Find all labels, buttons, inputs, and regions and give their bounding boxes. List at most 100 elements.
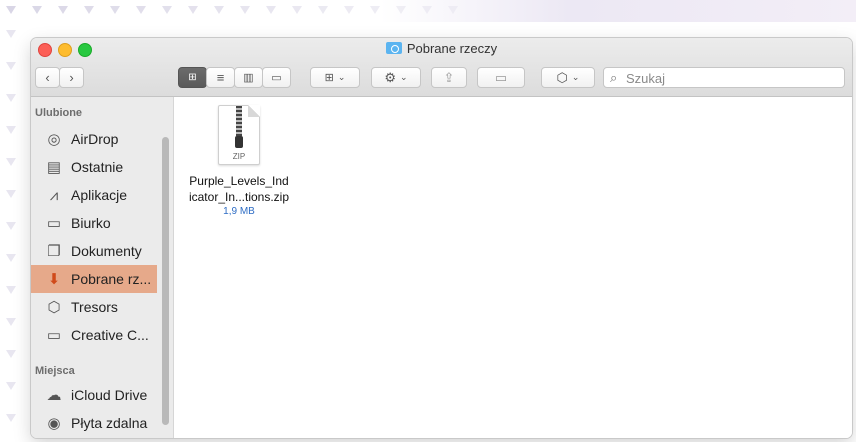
cloud-icon: ☁ [46,387,62,404]
view-gallery-button[interactable]: ▭ [262,67,291,88]
remote-disc-icon: ◉ [47,415,61,432]
sidebar-item-label: Płyta zdalna [71,415,148,431]
sidebar-item-documents[interactable]: ❐ Dokumenty [31,237,157,265]
sidebar-scrollbar[interactable] [162,137,169,425]
wallpaper-triangle [292,6,302,14]
sidebar-header-favorites: Ulubione [35,107,83,119]
sidebar-item-label: Biurko [71,215,111,231]
file-item[interactable]: ZIP Purple_Levels_Ind icator_In...tions.… [174,105,304,218]
wallpaper-triangle [396,6,406,14]
file-name-line-2: icator_In...tions.zip [188,190,290,204]
gear-icon: ⚙ [384,69,397,85]
wallpaper-triangle [6,254,16,262]
wallpaper-triangle [188,6,198,14]
chevron-right-icon: › [69,70,74,85]
sidebar-item-label: Dokumenty [71,243,142,259]
dropbox-icon: ⬡ [556,69,568,85]
wallpaper-triangle [6,318,16,326]
wallpaper-triangle [6,6,16,14]
sidebar-item-applications[interactable]: ⩘ Aplikacje [31,181,157,209]
desktop-icon: ▭ [46,215,62,232]
wallpaper-triangle [214,6,224,14]
wallpaper-triangle [6,158,16,166]
file-type-label: ZIP [232,152,246,161]
sidebar-item-icloud-drive[interactable]: ☁ iCloud Drive [31,381,157,409]
chevron-down-icon: ⌄ [400,72,408,82]
view-icons-button[interactable]: ⊞ [178,67,207,88]
view-columns-button[interactable]: ▥ [234,67,263,88]
gallery-icon: ▭ [271,72,282,84]
wallpaper-triangle [6,62,16,70]
sidebar: Ulubione ◎ AirDrop ▤ Ostatnie ⩘ Aplikacje ▭… [31,97,174,438]
columns-icon: ▥ [243,72,254,84]
sidebar-item-label: Tresors [71,299,118,315]
tag-icon: ▭ [494,69,508,85]
window-title: Pobrane rzeczy [31,41,852,56]
wallpaper-triangle [6,382,16,390]
tresors-icon: ⬡ [47,299,61,316]
wallpaper-triangle [84,6,94,14]
sidebar-header-places: Miejsca [35,365,75,377]
wallpaper-triangle [318,6,328,14]
wallpaper-triangle [58,6,68,14]
group-button[interactable]: ⊞ ⌄ [310,67,360,88]
sidebar-item-tresors[interactable]: ⬡ Tresors [31,293,157,321]
wallpaper-triangle [266,6,276,14]
chevron-down-icon: ⌄ [337,72,346,82]
sidebar-item-creative-cloud[interactable]: ▭ Creative C... [31,321,157,349]
share-icon: ⇪ [443,69,455,85]
wallpaper-triangle [6,190,16,198]
applications-icon: ⩘ [49,186,59,204]
sidebar-item-label: AirDrop [71,131,119,147]
sidebar-item-label: Ostatnie [71,159,124,175]
finder-window: Pobrane rzeczy ‹ › ⊞ ≡ ▥ ▭ ⊞ ⌄ ⚙ ⌄ ⇪ ▭ ⬡ ⌄ … [31,38,852,438]
file-name: Purple_Levels_Ind icator_In...tions.zip [174,173,304,205]
wallpaper-triangle [136,6,146,14]
search-icon: ⌕ [610,70,618,85]
wallpaper-triangle [6,414,16,422]
recents-icon: ▤ [46,159,62,176]
share-button[interactable]: ⇪ [431,67,467,88]
sidebar-item-label: Creative C... [71,327,149,343]
forward-button[interactable]: › [59,67,84,88]
airdrop-icon: ◎ [47,131,61,148]
wallpaper-triangle [6,350,16,358]
chevron-left-icon: ‹ [45,70,50,85]
search-field[interactable]: ⌕ [603,67,845,88]
edit-tags-button[interactable]: ▭ [477,67,525,88]
file-size: 1,9 MB [223,206,255,217]
wallpaper-triangle [344,6,354,14]
file-browser-content: ZIP Purple_Levels_Ind icator_In...tions.… [174,97,852,438]
wallpaper-triangle [32,6,42,14]
wallpaper-triangle [370,6,380,14]
downloads-folder-icon [385,42,402,54]
documents-icon: ❐ [47,243,61,260]
window-title-text: Pobrane rzeczy [406,41,498,56]
wallpaper-triangle [422,6,432,14]
wallpaper-triangle [110,6,120,14]
list-icon: ≡ [216,70,225,85]
sidebar-item-remote-disc[interactable]: ◉ Płyta zdalna [31,409,157,437]
grid-icon: ⊞ [188,72,197,83]
file-name-line-1: Purple_Levels_Ind [189,174,289,188]
sidebar-item-recents[interactable]: ▤ Ostatnie [31,153,157,181]
wallpaper-triangle [6,126,16,134]
search-input[interactable] [624,70,838,87]
wallpaper-triangle [240,6,250,14]
group-grid-icon: ⊞ [324,72,334,84]
zip-file-icon: ZIP [218,105,260,165]
sidebar-item-label: Pobrane rz... [71,271,152,287]
sidebar-item-airdrop[interactable]: ◎ AirDrop [31,125,157,153]
view-list-button[interactable]: ≡ [206,67,235,88]
wallpaper-triangle [6,286,16,294]
dropbox-button[interactable]: ⬡ ⌄ [541,67,595,88]
action-button[interactable]: ⚙ ⌄ [371,67,421,88]
wallpaper-triangle [6,94,16,102]
sidebar-item-downloads[interactable]: ⬇ Pobrane rz... [31,265,157,293]
folder-icon: ▭ [46,327,62,344]
sidebar-item-desktop[interactable]: ▭ Biurko [31,209,157,237]
chevron-down-icon: ⌄ [571,72,580,82]
back-button[interactable]: ‹ [35,67,60,88]
downloads-icon: ⬇ [47,271,61,288]
sidebar-item-label: iCloud Drive [71,387,148,403]
